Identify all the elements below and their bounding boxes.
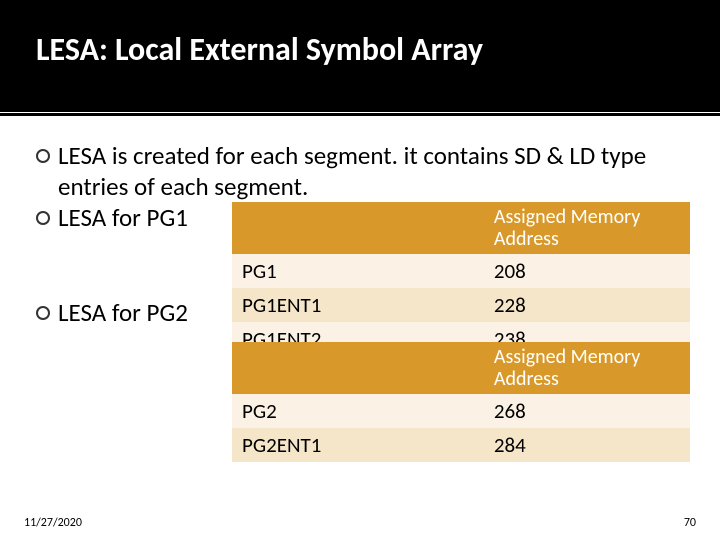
table-header-blank [232, 202, 484, 254]
table-header-addr: Assigned Memory Address [484, 202, 690, 254]
cell-name: PG2 [232, 394, 484, 428]
lesa-table-pg1: Assigned Memory Address PG1 208 PG1ENT1 … [232, 202, 690, 356]
slide-title: LESA: Local External Symbol Array [0, 0, 483, 67]
cell-name: PG2ENT1 [232, 428, 484, 462]
cell-name: PG1 [232, 254, 484, 288]
content-area: LESA is created for each segment. it con… [36, 140, 696, 205]
table-header-row: Assigned Memory Address [232, 202, 690, 254]
title-bar: LESA: Local External Symbol Array [0, 0, 720, 112]
bullet-icon [36, 306, 50, 320]
bullet-pg1-text: LESA for PG1 [58, 202, 246, 233]
bullet-pg2-text: LESA for PG2 [58, 297, 246, 328]
bullet-icon [36, 149, 50, 163]
bullet-icon [36, 211, 50, 225]
table-header-row: Assigned Memory Address [232, 342, 690, 394]
cell-addr: 268 [484, 394, 690, 428]
cell-addr: 208 [484, 254, 690, 288]
bullet-pg2: LESA for PG2 [36, 297, 246, 328]
title-underline [0, 113, 720, 116]
footer-date: 11/27/2020 [24, 516, 82, 530]
bullet-pg1: LESA for PG1 [36, 202, 246, 233]
lesa-table-pg2: Assigned Memory Address PG2 268 PG2ENT1 … [232, 342, 690, 462]
cell-addr: 228 [484, 288, 690, 322]
bullet-main: LESA is created for each segment. it con… [36, 140, 696, 203]
table-row: PG2ENT1 284 [232, 428, 690, 462]
table-row: PG2 268 [232, 394, 690, 428]
table-row: PG1 208 [232, 254, 690, 288]
footer-page-number: 70 [684, 516, 696, 530]
cell-addr: 284 [484, 428, 690, 462]
table-header-addr: Assigned Memory Address [484, 342, 690, 394]
table-header-blank [232, 342, 484, 394]
bullet-main-text: LESA is created for each segment. it con… [58, 140, 696, 203]
cell-name: PG1ENT1 [232, 288, 484, 322]
table-row: PG1ENT1 228 [232, 288, 690, 322]
